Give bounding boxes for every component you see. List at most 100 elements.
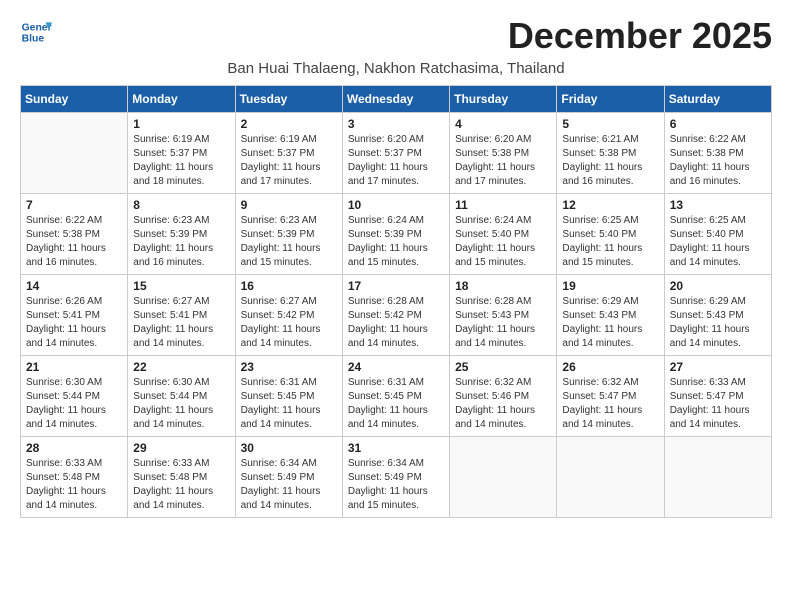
day-number: 2 <box>241 117 337 131</box>
calendar-cell: 21 Sunrise: 6:30 AMSunset: 5:44 PMDayligh… <box>21 355 128 436</box>
cell-info: Sunrise: 6:29 AMSunset: 5:43 PMDaylight:… <box>562 295 658 351</box>
calendar-cell <box>557 436 664 517</box>
cell-info: Sunrise: 6:32 AMSunset: 5:46 PMDaylight:… <box>455 376 551 432</box>
calendar-cell: 6 Sunrise: 6:22 AMSunset: 5:38 PMDaylight… <box>664 112 771 193</box>
calendar-header-row: SundayMondayTuesdayWednesdayThursdayFrid… <box>21 85 772 112</box>
cell-info: Sunrise: 6:20 AMSunset: 5:38 PMDaylight:… <box>455 133 551 189</box>
calendar-cell: 11Sunrise: 6:24 AMSunset: 5:40 PMDayligh… <box>450 193 557 274</box>
cell-info: Sunrise: 6:34 AMSunset: 5:49 PMDaylight:… <box>241 457 337 513</box>
cell-info: Sunrise: 6:29 AMSunset: 5:43 PMDaylight:… <box>670 295 766 351</box>
cell-info: Sunrise: 6:25 AMSunset: 5:40 PMDaylight:… <box>562 214 658 270</box>
day-number: 15 <box>133 279 229 293</box>
day-number: 3 <box>348 117 444 131</box>
cell-info: Sunrise: 6:26 AMSunset: 5:41 PMDaylight:… <box>26 295 122 351</box>
cell-info: Sunrise: 6:22 AMSunset: 5:38 PMDaylight:… <box>670 133 766 189</box>
header-saturday: Saturday <box>664 85 771 112</box>
calendar-cell: 23Sunrise: 6:31 AMSunset: 5:45 PMDayligh… <box>235 355 342 436</box>
logo-icon: General Blue <box>20 16 52 48</box>
day-number: 19 <box>562 279 658 293</box>
day-number: 27 <box>670 360 766 374</box>
calendar-cell: 7 Sunrise: 6:22 AMSunset: 5:38 PMDaylight… <box>21 193 128 274</box>
day-number: 18 <box>455 279 551 293</box>
calendar-cell: 26 Sunrise: 6:32 AMSunset: 5:47 PMDayligh… <box>557 355 664 436</box>
day-number: 12 <box>562 198 658 212</box>
calendar-cell: 25 Sunrise: 6:32 AMSunset: 5:46 PMDayligh… <box>450 355 557 436</box>
calendar-cell <box>450 436 557 517</box>
cell-info: Sunrise: 6:33 AMSunset: 5:48 PMDaylight:… <box>133 457 229 513</box>
day-number: 17 <box>348 279 444 293</box>
day-number: 5 <box>562 117 658 131</box>
calendar-cell: 1 Sunrise: 6:19 AMSunset: 5:37 PMDaylight… <box>128 112 235 193</box>
calendar-cell: 17 Sunrise: 6:28 AMSunset: 5:42 PMDayligh… <box>342 274 449 355</box>
calendar-week-row: 7 Sunrise: 6:22 AMSunset: 5:38 PMDaylight… <box>21 193 772 274</box>
calendar-cell: 30 Sunrise: 6:34 AMSunset: 5:49 PMDayligh… <box>235 436 342 517</box>
day-number: 1 <box>133 117 229 131</box>
cell-info: Sunrise: 6:21 AMSunset: 5:38 PMDaylight:… <box>562 133 658 189</box>
calendar-cell: 31Sunrise: 6:34 AMSunset: 5:49 PMDayligh… <box>342 436 449 517</box>
cell-info: Sunrise: 6:33 AMSunset: 5:48 PMDaylight:… <box>26 457 122 513</box>
cell-info: Sunrise: 6:20 AMSunset: 5:37 PMDaylight:… <box>348 133 444 189</box>
day-number: 13 <box>670 198 766 212</box>
calendar-cell: 8 Sunrise: 6:23 AMSunset: 5:39 PMDaylight… <box>128 193 235 274</box>
calendar-week-row: 14Sunrise: 6:26 AMSunset: 5:41 PMDayligh… <box>21 274 772 355</box>
calendar-cell: 13 Sunrise: 6:25 AMSunset: 5:40 PMDayligh… <box>664 193 771 274</box>
cell-info: Sunrise: 6:23 AMSunset: 5:39 PMDaylight:… <box>241 214 337 270</box>
cell-info: Sunrise: 6:30 AMSunset: 5:44 PMDaylight:… <box>133 376 229 432</box>
cell-info: Sunrise: 6:19 AMSunset: 5:37 PMDaylight:… <box>133 133 229 189</box>
cell-info: Sunrise: 6:23 AMSunset: 5:39 PMDaylight:… <box>133 214 229 270</box>
cell-info: Sunrise: 6:32 AMSunset: 5:47 PMDaylight:… <box>562 376 658 432</box>
calendar-cell: 4 Sunrise: 6:20 AMSunset: 5:38 PMDaylight… <box>450 112 557 193</box>
cell-info: Sunrise: 6:30 AMSunset: 5:44 PMDaylight:… <box>26 376 122 432</box>
cell-info: Sunrise: 6:25 AMSunset: 5:40 PMDaylight:… <box>670 214 766 270</box>
calendar-cell: 16 Sunrise: 6:27 AMSunset: 5:42 PMDayligh… <box>235 274 342 355</box>
day-number: 24 <box>348 360 444 374</box>
calendar-cell <box>664 436 771 517</box>
day-number: 10 <box>348 198 444 212</box>
calendar-cell: 14Sunrise: 6:26 AMSunset: 5:41 PMDayligh… <box>21 274 128 355</box>
cell-info: Sunrise: 6:19 AMSunset: 5:37 PMDaylight:… <box>241 133 337 189</box>
calendar-week-row: 28 Sunrise: 6:33 AMSunset: 5:48 PMDayligh… <box>21 436 772 517</box>
calendar-cell: 22 Sunrise: 6:30 AMSunset: 5:44 PMDayligh… <box>128 355 235 436</box>
day-number: 22 <box>133 360 229 374</box>
calendar-cell: 20 Sunrise: 6:29 AMSunset: 5:43 PMDayligh… <box>664 274 771 355</box>
day-number: 7 <box>26 198 122 212</box>
header-friday: Friday <box>557 85 664 112</box>
day-number: 25 <box>455 360 551 374</box>
cell-info: Sunrise: 6:31 AMSunset: 5:45 PMDaylight:… <box>348 376 444 432</box>
day-number: 8 <box>133 198 229 212</box>
day-number: 16 <box>241 279 337 293</box>
header-thursday: Thursday <box>450 85 557 112</box>
day-number: 20 <box>670 279 766 293</box>
calendar-cell: 5 Sunrise: 6:21 AMSunset: 5:38 PMDaylight… <box>557 112 664 193</box>
cell-info: Sunrise: 6:22 AMSunset: 5:38 PMDaylight:… <box>26 214 122 270</box>
calendar-cell: 28 Sunrise: 6:33 AMSunset: 5:48 PMDayligh… <box>21 436 128 517</box>
calendar-cell: 15 Sunrise: 6:27 AMSunset: 5:41 PMDayligh… <box>128 274 235 355</box>
calendar-week-row: 21 Sunrise: 6:30 AMSunset: 5:44 PMDayligh… <box>21 355 772 436</box>
day-number: 29 <box>133 441 229 455</box>
calendar-cell: 27Sunrise: 6:33 AMSunset: 5:47 PMDayligh… <box>664 355 771 436</box>
cell-info: Sunrise: 6:34 AMSunset: 5:49 PMDaylight:… <box>348 457 444 513</box>
cell-info: Sunrise: 6:27 AMSunset: 5:42 PMDaylight:… <box>241 295 337 351</box>
calendar-cell: 29 Sunrise: 6:33 AMSunset: 5:48 PMDayligh… <box>128 436 235 517</box>
header-tuesday: Tuesday <box>235 85 342 112</box>
calendar-cell: 9Sunrise: 6:23 AMSunset: 5:39 PMDaylight… <box>235 193 342 274</box>
cell-info: Sunrise: 6:27 AMSunset: 5:41 PMDaylight:… <box>133 295 229 351</box>
calendar-cell: 12 Sunrise: 6:25 AMSunset: 5:40 PMDayligh… <box>557 193 664 274</box>
cell-info: Sunrise: 6:28 AMSunset: 5:42 PMDaylight:… <box>348 295 444 351</box>
location-subtitle: Ban Huai Thalaeng, Nakhon Ratchasima, Th… <box>20 60 772 77</box>
calendar-week-row: 1 Sunrise: 6:19 AMSunset: 5:37 PMDaylight… <box>21 112 772 193</box>
calendar-cell: 3 Sunrise: 6:20 AMSunset: 5:37 PMDaylight… <box>342 112 449 193</box>
cell-info: Sunrise: 6:31 AMSunset: 5:45 PMDaylight:… <box>241 376 337 432</box>
day-number: 26 <box>562 360 658 374</box>
day-number: 21 <box>26 360 122 374</box>
day-number: 28 <box>26 441 122 455</box>
month-title: December 2025 <box>508 16 772 56</box>
day-number: 30 <box>241 441 337 455</box>
day-number: 6 <box>670 117 766 131</box>
day-number: 4 <box>455 117 551 131</box>
calendar-cell: 2 Sunrise: 6:19 AMSunset: 5:37 PMDaylight… <box>235 112 342 193</box>
calendar-cell: 18Sunrise: 6:28 AMSunset: 5:43 PMDayligh… <box>450 274 557 355</box>
calendar-cell: 24 Sunrise: 6:31 AMSunset: 5:45 PMDayligh… <box>342 355 449 436</box>
day-number: 11 <box>455 198 551 212</box>
calendar-table: SundayMondayTuesdayWednesdayThursdayFrid… <box>20 85 772 518</box>
